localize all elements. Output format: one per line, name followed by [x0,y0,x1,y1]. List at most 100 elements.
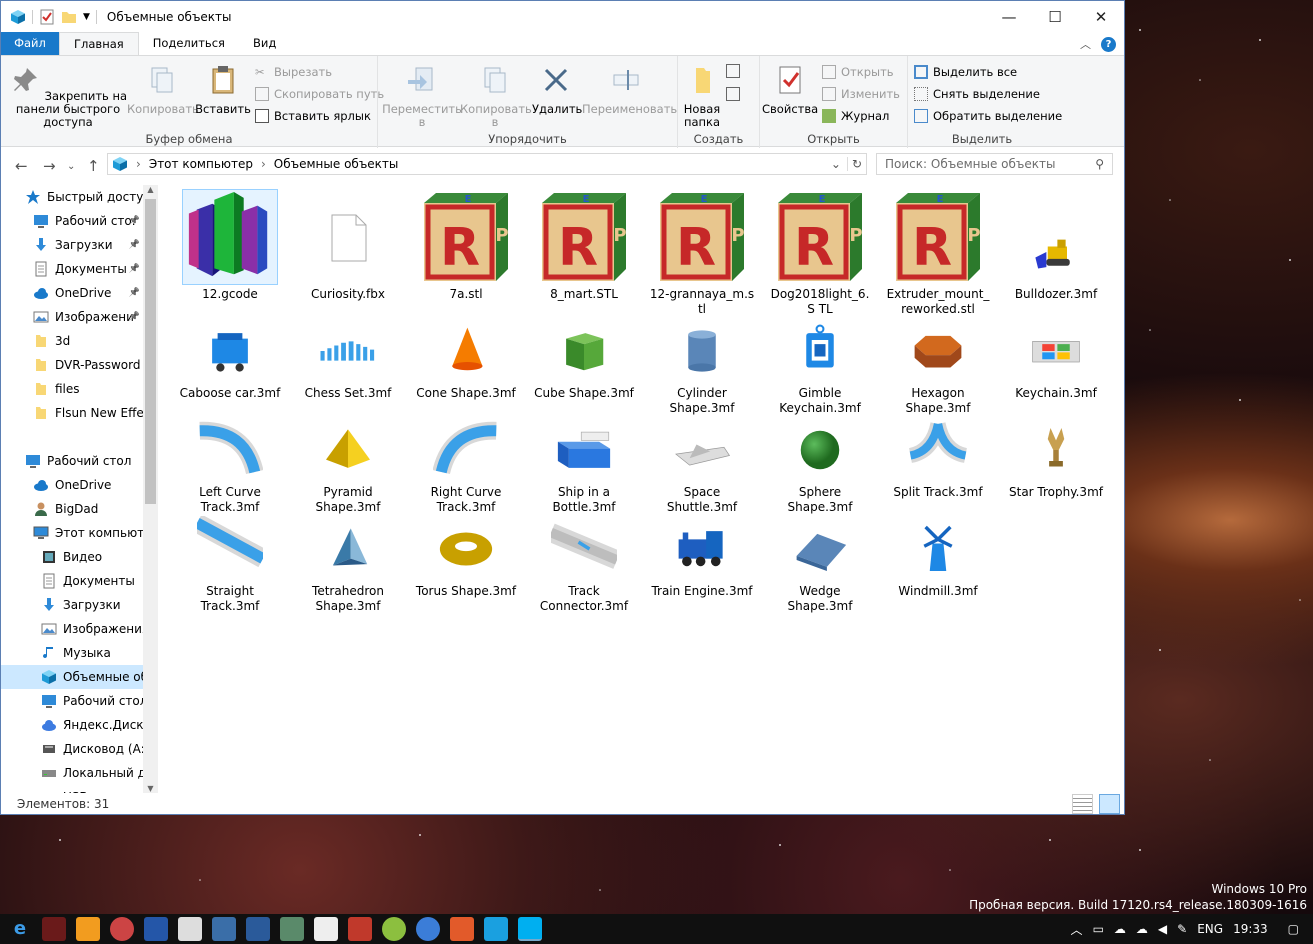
file-item[interactable]: Star Trophy.3mf [1003,387,1109,500]
file-item[interactable]: Split Track.3mf [885,387,991,500]
nav-item[interactable]: Документы [1,569,158,593]
pin-quick-access-button[interactable]: Закрепить на панели быстрого доступа [7,64,129,129]
volume-icon[interactable]: ◀ [1158,922,1167,936]
app-icon[interactable] [212,917,236,941]
nav-item[interactable]: files [1,377,158,401]
tab-home[interactable]: Главная [59,32,139,55]
new-folder-button[interactable]: Новая папка [680,64,724,129]
history-button[interactable]: Журнал [822,109,889,123]
breadcrumb-3d-objects[interactable]: Объемные объекты [274,157,399,171]
nav-item[interactable]: Этот компьютер [1,521,158,545]
easy-access-button[interactable] [726,87,740,101]
help-icon[interactable]: ? [1101,36,1116,52]
language-indicator[interactable]: ENG [1197,922,1223,936]
network-icon[interactable]: ▭ [1093,922,1104,936]
paste-shortcut-button[interactable]: Вставить ярлык [255,109,371,123]
nav-item[interactable]: Локальный ди [1,761,158,785]
nav-item[interactable]: Музыка [1,641,158,665]
file-item[interactable]: Torus Shape.3mf [413,486,519,599]
nav-item[interactable]: 3d [1,329,158,353]
nav-item[interactable]: Изображения [1,617,158,641]
file-item[interactable]: Wedge Shape.3mf [767,486,873,614]
file-item[interactable]: Windmill.3mf [885,486,991,599]
search-input[interactable]: Поиск: Объемные объекты ⚲ [876,153,1113,175]
breadcrumb-this-pc[interactable]: Этот компьютер [149,157,253,171]
onedrive-icon[interactable]: ☁ [1114,922,1126,936]
nav-item[interactable]: Видео [1,545,158,569]
nav-item[interactable]: USB-накопите [1,785,158,793]
image-viewer-icon[interactable] [280,917,304,941]
nav-item[interactable]: Изображени 📌 [1,305,158,329]
nav-item[interactable]: BigDad [1,497,158,521]
file-item[interactable]: R P E 7a.stl [413,189,519,302]
chevron-up-icon[interactable]: ︿ [1071,921,1083,938]
cut-button[interactable]: ✂ Вырезать [255,65,332,79]
collapse-ribbon-icon[interactable]: ︿ [1080,36,1091,52]
qat-dropdown-icon[interactable]: ▼ [83,12,90,22]
invert-selection-button[interactable]: Обратить выделение [914,109,1062,123]
nav-item[interactable]: OneDrive 📌 [1,281,158,305]
details-view-icon[interactable] [1072,794,1093,814]
edit-button[interactable]: Изменить [822,87,900,101]
app-icon[interactable] [382,917,406,941]
nav-item[interactable]: Рабочий стол [1,689,158,713]
select-all-button[interactable]: Выделить все [914,65,1017,79]
file-item[interactable]: Track Connector.3mf [531,486,637,614]
pin-icon[interactable]: 📌 [129,288,140,298]
file-item[interactable]: Train Engine.3mf [649,486,755,599]
app-icon[interactable] [42,917,66,941]
forward-arrow-icon[interactable]: → [43,157,56,175]
scroll-thumb[interactable] [145,199,156,504]
copy-button[interactable]: Копировать [127,64,199,116]
minimize-button[interactable]: — [986,2,1032,32]
file-item[interactable]: Tetrahedron Shape.3mf [295,486,401,614]
app-icon[interactable] [348,917,372,941]
calculator-icon[interactable] [178,917,202,941]
copy-path-button[interactable]: Скопировать путь [255,87,384,101]
pin-icon[interactable]: 📌 [129,264,140,274]
nav-item[interactable]: Документы 📌 [1,257,158,281]
tab-file[interactable]: Файл [1,32,59,55]
file-item[interactable]: Keychain.3mf [1003,288,1109,401]
address-bar[interactable]: › Этот компьютер › Объемные объекты ⌄ ↻ [107,153,867,175]
refresh-icon[interactable]: ↻ [846,157,866,171]
app-icon[interactable] [246,917,270,941]
new-item-button[interactable] [726,64,740,78]
mail-icon[interactable] [314,917,338,941]
new-folder-icon[interactable] [61,9,77,25]
recent-dropdown-icon[interactable]: ⌄ [67,161,75,172]
pen-icon[interactable]: ✎ [1177,922,1187,936]
file-item[interactable]: Cube Shape.3mf [531,288,637,401]
properties-button[interactable]: Свойства [762,64,818,116]
nav-item[interactable]: Яндекс.Диск [1,713,158,737]
file-item[interactable]: Caboose car.3mf [177,288,283,401]
file-item[interactable]: Bulldozer.3mf [1003,189,1109,302]
pin-icon[interactable]: 📌 [129,216,140,226]
nav-item[interactable]: Дисковод (A:) [1,737,158,761]
large-icons-view-icon[interactable] [1099,794,1120,814]
file-item[interactable]: Curiosity.fbx [295,189,401,302]
app-icon[interactable] [450,917,474,941]
tab-view[interactable]: Вид [239,32,290,55]
file-item[interactable]: Straight Track.3mf [177,486,283,614]
nav-item[interactable]: OneDrive [1,473,158,497]
move-to-button[interactable]: Переместить в [382,64,462,129]
nav-item[interactable]: Загрузки 📌 [1,233,158,257]
nav-item[interactable]: DVR-Password [1,353,158,377]
file-item[interactable]: R P E 8_mart.STL [531,189,637,302]
skype-icon[interactable] [518,917,542,941]
cloud-icon[interactable]: ☁ [1136,922,1148,936]
nav-scrollbar[interactable]: ▲ ▼ [143,185,158,793]
nav-item[interactable]: Загрузки [1,593,158,617]
scroll-down-icon[interactable]: ▼ [143,784,158,793]
tab-share[interactable]: Поделиться [139,32,239,55]
pin-icon[interactable]: 📌 [129,312,140,322]
scroll-up-icon[interactable]: ▲ [143,185,158,194]
file-item[interactable]: Chess Set.3mf [295,288,401,401]
breadcrumb-separator-icon[interactable]: › [261,157,266,171]
close-button[interactable]: ✕ [1078,2,1124,32]
app-icon[interactable] [484,917,508,941]
paste-button[interactable]: Вставить [195,64,251,116]
file-item[interactable]: Cone Shape.3mf [413,288,519,401]
maximize-button[interactable]: ☐ [1032,2,1078,32]
